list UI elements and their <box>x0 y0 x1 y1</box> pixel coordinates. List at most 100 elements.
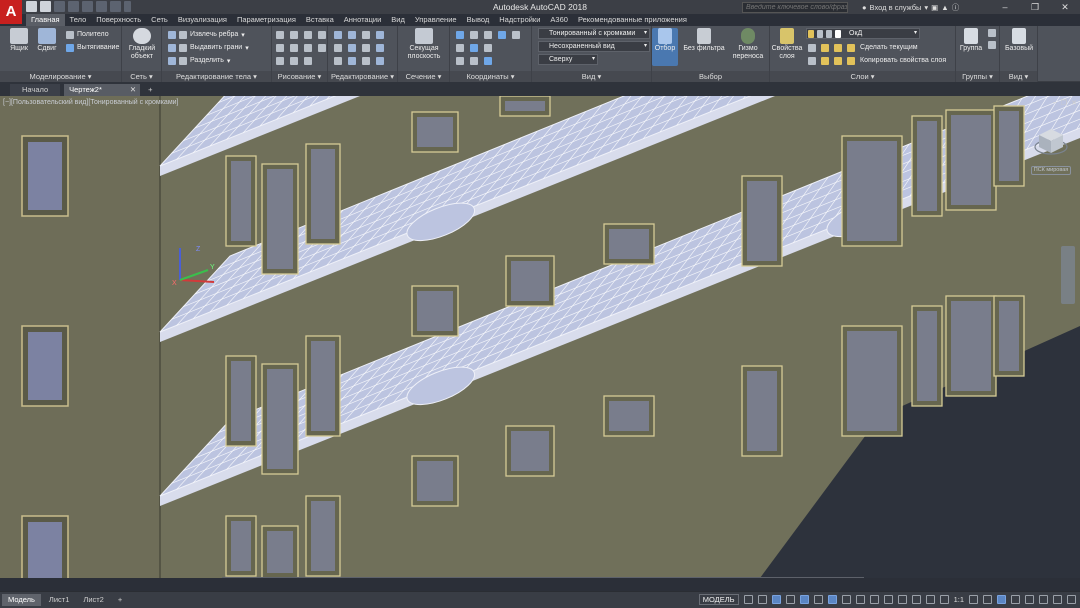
viewport-label[interactable]: [−][Пользовательский вид][Тонированный с… <box>3 99 179 106</box>
lightbulb-icon[interactable] <box>808 29 814 38</box>
region-icon[interactable] <box>290 56 298 65</box>
fillet-icon[interactable] <box>376 43 384 52</box>
ucs-x-icon[interactable] <box>456 56 464 65</box>
transparency-icon[interactable] <box>855 595 865 604</box>
cull-button[interactable]: Отбор <box>652 28 678 66</box>
array-icon[interactable] <box>334 56 342 65</box>
ucs-world-icon[interactable] <box>470 30 478 39</box>
match-layer-icon[interactable] <box>847 56 855 65</box>
ribbon-tab-2[interactable]: Поверхность <box>91 14 146 26</box>
model-space-button[interactable]: МОДЕЛЬ <box>698 594 739 605</box>
quick-properties-icon[interactable] <box>1011 595 1020 604</box>
sun-icon[interactable] <box>817 29 823 38</box>
spline-icon[interactable] <box>318 43 326 52</box>
sign-in-button[interactable]: ● Вход в службы ▾ ▣ ▲ ⓘ <box>862 2 959 13</box>
explode-icon[interactable] <box>376 56 384 65</box>
rectangle-icon[interactable] <box>276 43 284 52</box>
circle-icon[interactable] <box>304 30 312 39</box>
tab-drawing2[interactable]: Чертеж2* ✕ <box>64 84 141 96</box>
viewcube[interactable] <box>1033 123 1069 159</box>
maximize-icon[interactable]: ❐ <box>1020 0 1050 14</box>
add-layout-button[interactable]: + <box>112 594 128 606</box>
scale-icon[interactable] <box>334 43 342 52</box>
ucs-previous-icon[interactable] <box>484 30 492 39</box>
color-swatch-icon[interactable] <box>835 29 841 38</box>
base-view-button[interactable]: Базовый <box>1000 28 1038 53</box>
make-current-label[interactable]: Сделать текущим <box>860 44 918 51</box>
ucs-origin-icon[interactable] <box>456 43 464 52</box>
search-input[interactable] <box>742 2 848 13</box>
layer-unisolate-icon[interactable] <box>821 56 829 65</box>
boundary-icon[interactable] <box>304 56 312 65</box>
panel-title-modify[interactable]: Редактирование ▾ <box>328 71 397 82</box>
layer-walk-icon[interactable] <box>834 56 842 65</box>
panel-title-groups[interactable]: Группы ▾ <box>956 71 999 82</box>
ungroup-icon[interactable] <box>988 29 996 37</box>
layer-isolate-icon[interactable] <box>808 56 816 65</box>
application-menu-button[interactable]: A <box>0 0 22 24</box>
polar-icon[interactable] <box>785 595 795 604</box>
ribbon-tab-13[interactable]: Рекомендованные приложения <box>573 14 692 26</box>
polyline-icon[interactable] <box>290 30 298 39</box>
align-icon[interactable] <box>348 56 356 65</box>
grid-icon[interactable] <box>743 595 753 604</box>
isodraft-icon[interactable] <box>799 595 809 604</box>
close-viewport-icon[interactable]: ✕ <box>1071 99 1077 107</box>
ucs-y-icon[interactable] <box>470 56 478 65</box>
layer-freeze-icon[interactable] <box>821 43 829 52</box>
trim-icon[interactable] <box>362 43 370 52</box>
polysolid-button[interactable]: Политело <box>66 29 109 40</box>
ribbon-tab-1[interactable]: Тело <box>65 14 92 26</box>
panel-title-section[interactable]: Сечение ▾ <box>398 71 449 82</box>
ribbon-tab-7[interactable]: Аннотации <box>339 14 387 26</box>
isolate-objects-icon[interactable] <box>1025 595 1034 604</box>
panel-title-layers[interactable]: Слои ▾ <box>770 71 955 82</box>
ucs-zaxis-icon[interactable] <box>470 43 478 52</box>
gizmo-icon[interactable] <box>925 595 935 604</box>
clean-screen-icon[interactable] <box>1053 595 1062 604</box>
group-button[interactable]: Группа <box>956 28 986 53</box>
hatch-icon[interactable] <box>304 43 312 52</box>
panel-title-modeling[interactable]: Моделирование ▾ <box>0 71 121 82</box>
minimize-viewport-icon[interactable]: – <box>1053 99 1057 107</box>
lineweight-icon[interactable] <box>841 595 851 604</box>
ribbon-tab-11[interactable]: Надстройки <box>494 14 545 26</box>
no-filter-button[interactable]: Без фильтра <box>682 28 726 53</box>
ucs-z-icon[interactable] <box>484 56 492 65</box>
new-tab-button[interactable]: + <box>144 84 156 96</box>
separate-button[interactable]: Разделить ▾ <box>168 55 230 66</box>
stretch-icon[interactable] <box>348 43 356 52</box>
tab-start[interactable]: Начало <box>10 84 61 96</box>
ribbon-tab-3[interactable]: Сеть <box>146 14 173 26</box>
object-snap-tracking-icon[interactable] <box>813 595 823 604</box>
layout-tab-sheet1[interactable]: Лист1 <box>43 594 75 606</box>
make-current-icon[interactable] <box>847 43 855 52</box>
ribbon-tab-0[interactable]: Главная <box>26 14 65 26</box>
lock-icon[interactable] <box>826 29 832 38</box>
object-snap-icon[interactable] <box>827 595 837 604</box>
drawing-viewport[interactable]: [−][Пользовательский вид][Тонированный с… <box>0 96 1080 578</box>
exchange-icon[interactable]: ▲ <box>941 3 948 12</box>
move-icon[interactable] <box>334 30 342 39</box>
layout-tab-sheet2[interactable]: Лист2 <box>77 594 109 606</box>
customization-icon[interactable] <box>1067 595 1076 604</box>
panel-title-solid-edit[interactable]: Редактирование тела ▾ <box>162 71 271 82</box>
ribbon-tab-10[interactable]: Вывод <box>462 14 495 26</box>
copy-layer-properties-label[interactable]: Копировать свойства слоя <box>860 57 946 64</box>
copy-icon[interactable] <box>362 30 370 39</box>
minimize-icon[interactable]: – <box>990 0 1020 14</box>
cart-icon[interactable]: ▣ <box>931 3 938 12</box>
mirror-icon[interactable] <box>376 30 384 39</box>
extrude-button[interactable]: Сдвиг <box>28 28 66 53</box>
selection-cycling-icon[interactable] <box>869 595 879 604</box>
gizmo-button[interactable]: Гизмо переноса <box>728 28 768 61</box>
presspull-button[interactable]: Вытягивание <box>66 42 119 53</box>
ucs-object-icon[interactable] <box>512 30 520 39</box>
visual-style-dropdown[interactable]: Тонированный с кромками ▾ <box>538 28 650 39</box>
workspace-icon[interactable] <box>969 595 978 604</box>
ortho-icon[interactable] <box>771 595 781 604</box>
line-icon[interactable] <box>276 30 284 39</box>
ucs-face-icon[interactable] <box>498 30 506 39</box>
help-icon[interactable]: ⓘ <box>952 2 960 13</box>
ribbon-tab-12[interactable]: A360 <box>545 14 573 26</box>
